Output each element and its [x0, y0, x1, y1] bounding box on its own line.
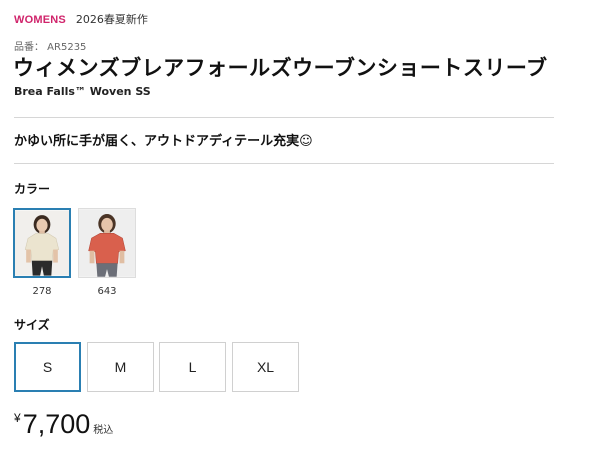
- price-amount: 7,700: [22, 409, 91, 439]
- size-button-s[interactable]: S: [14, 342, 81, 392]
- color-section-label: カラー: [14, 182, 51, 196]
- color-code-label: 643: [97, 286, 117, 297]
- season-tag: 2026春夏新作: [75, 13, 148, 26]
- size-button-xl[interactable]: XL: [232, 342, 299, 392]
- product-subtitle: Brea Falls™ Woven SS: [14, 85, 151, 98]
- product-title: ウィメンズブレアフォールズウーブンショートスリーブ: [13, 56, 548, 80]
- category-tag[interactable]: WOMENS: [14, 14, 66, 26]
- color-swatch-643[interactable]: [78, 208, 136, 278]
- color-swatch-278[interactable]: [13, 208, 71, 278]
- price-currency: ¥: [14, 411, 21, 425]
- size-button-l[interactable]: L: [159, 342, 226, 392]
- color-code-label: 278: [32, 286, 52, 297]
- price-tax-label: 税込: [93, 425, 114, 436]
- divider: [14, 117, 554, 118]
- catch-copy: かゆい所に手が届く、アウトドアディテール充実☺: [14, 134, 313, 149]
- product-number: 品番： AR5235: [14, 42, 87, 53]
- model-photo-coral-shirt: [79, 209, 135, 277]
- price: ¥ 7,700 税込: [14, 409, 113, 439]
- category-row: WOMENS 2026春夏新作: [14, 11, 148, 27]
- model-photo-cream-shirt: [15, 210, 69, 276]
- divider: [14, 163, 554, 164]
- size-section-label: サイズ: [14, 318, 50, 332]
- size-button-m[interactable]: M: [87, 342, 154, 392]
